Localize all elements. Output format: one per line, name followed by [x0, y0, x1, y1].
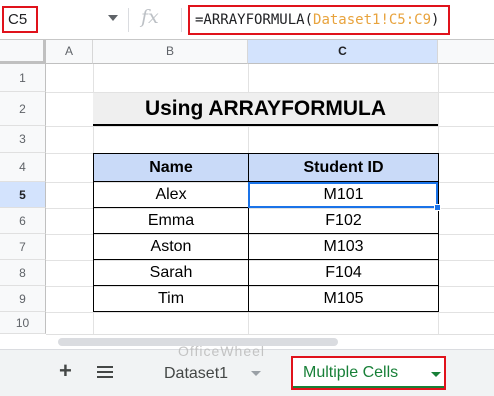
- sheet-tab-label: Dataset1: [164, 365, 229, 382]
- table-row: Aston M103: [93, 233, 439, 260]
- divider: [128, 8, 129, 32]
- name-cell[interactable]: Sarah: [93, 259, 249, 286]
- formula-prefix: =ARRAYFORMULA(: [195, 12, 314, 28]
- all-sheets-menu-icon[interactable]: [97, 366, 113, 381]
- row-header-2[interactable]: 2: [0, 92, 46, 126]
- tab-dropdown-icon[interactable]: [251, 371, 261, 376]
- name-cell[interactable]: Alex: [93, 181, 249, 208]
- column-header-c[interactable]: C: [248, 40, 438, 64]
- row-header-1[interactable]: 1: [0, 64, 46, 92]
- formula-input[interactable]: =ARRAYFORMULA(Dataset1!C5:C9): [188, 5, 450, 35]
- row-header-4[interactable]: 4: [0, 153, 46, 182]
- table-header-row: Name Student ID: [93, 153, 439, 182]
- column-header-b[interactable]: B: [93, 40, 248, 64]
- name-cell[interactable]: Emma: [93, 207, 249, 234]
- formula-suffix: ): [431, 12, 440, 28]
- tab-dropdown-icon[interactable]: [431, 372, 441, 377]
- fx-icon: fx: [141, 6, 159, 28]
- table-row: Tim M105: [93, 285, 439, 312]
- row-header-9[interactable]: 9: [0, 286, 46, 312]
- student-id-cell[interactable]: F102: [248, 207, 439, 234]
- header-cell-student-id[interactable]: Student ID: [248, 153, 439, 182]
- sheet-tab-multiple-cells[interactable]: Multiple Cells: [291, 356, 446, 390]
- gridline: [46, 126, 494, 127]
- row-header-6[interactable]: 6: [0, 208, 46, 234]
- table-row: Alex M101: [93, 181, 439, 208]
- column-header-a[interactable]: A: [46, 40, 93, 64]
- fill-handle[interactable]: [434, 204, 441, 211]
- name-box-dropdown-icon[interactable]: [108, 15, 118, 21]
- gridline: [46, 312, 494, 313]
- name-cell[interactable]: Tim: [93, 285, 249, 312]
- formula-bar: C5 fx =ARRAYFORMULA(Dataset1!C5:C9): [0, 0, 494, 40]
- sheet-tab-label: Multiple Cells: [303, 364, 399, 381]
- sheet-title[interactable]: Using ARRAYFORMULA: [93, 93, 438, 126]
- sheet-tab-dataset1[interactable]: Dataset1: [148, 357, 278, 390]
- student-id-cell[interactable]: M101: [248, 181, 439, 208]
- table-row: Sarah F104: [93, 259, 439, 286]
- name-box[interactable]: C5: [2, 6, 38, 33]
- header-cell-name[interactable]: Name: [93, 153, 249, 182]
- row-header-10[interactable]: 10: [0, 312, 46, 334]
- student-id-cell[interactable]: F104: [248, 259, 439, 286]
- row-header-7[interactable]: 7: [0, 234, 46, 260]
- table-row: Emma F102: [93, 207, 439, 234]
- name-cell[interactable]: Aston: [93, 233, 249, 260]
- row-header-8[interactable]: 8: [0, 260, 46, 286]
- row-header-3[interactable]: 3: [0, 126, 46, 153]
- divider: [181, 8, 182, 32]
- student-id-cell[interactable]: M103: [248, 233, 439, 260]
- formula-range-ref: Dataset1!C5:C9: [313, 12, 432, 28]
- student-id-cell[interactable]: M105: [248, 285, 439, 312]
- active-tab-indicator: [293, 386, 444, 388]
- data-table: Name Student ID Alex M101 Emma F102 Asto…: [93, 153, 439, 312]
- row-header-5[interactable]: 5: [0, 182, 46, 208]
- select-all-corner[interactable]: [0, 40, 46, 64]
- column-header-d[interactable]: [438, 40, 494, 64]
- add-sheet-icon[interactable]: +: [59, 360, 72, 382]
